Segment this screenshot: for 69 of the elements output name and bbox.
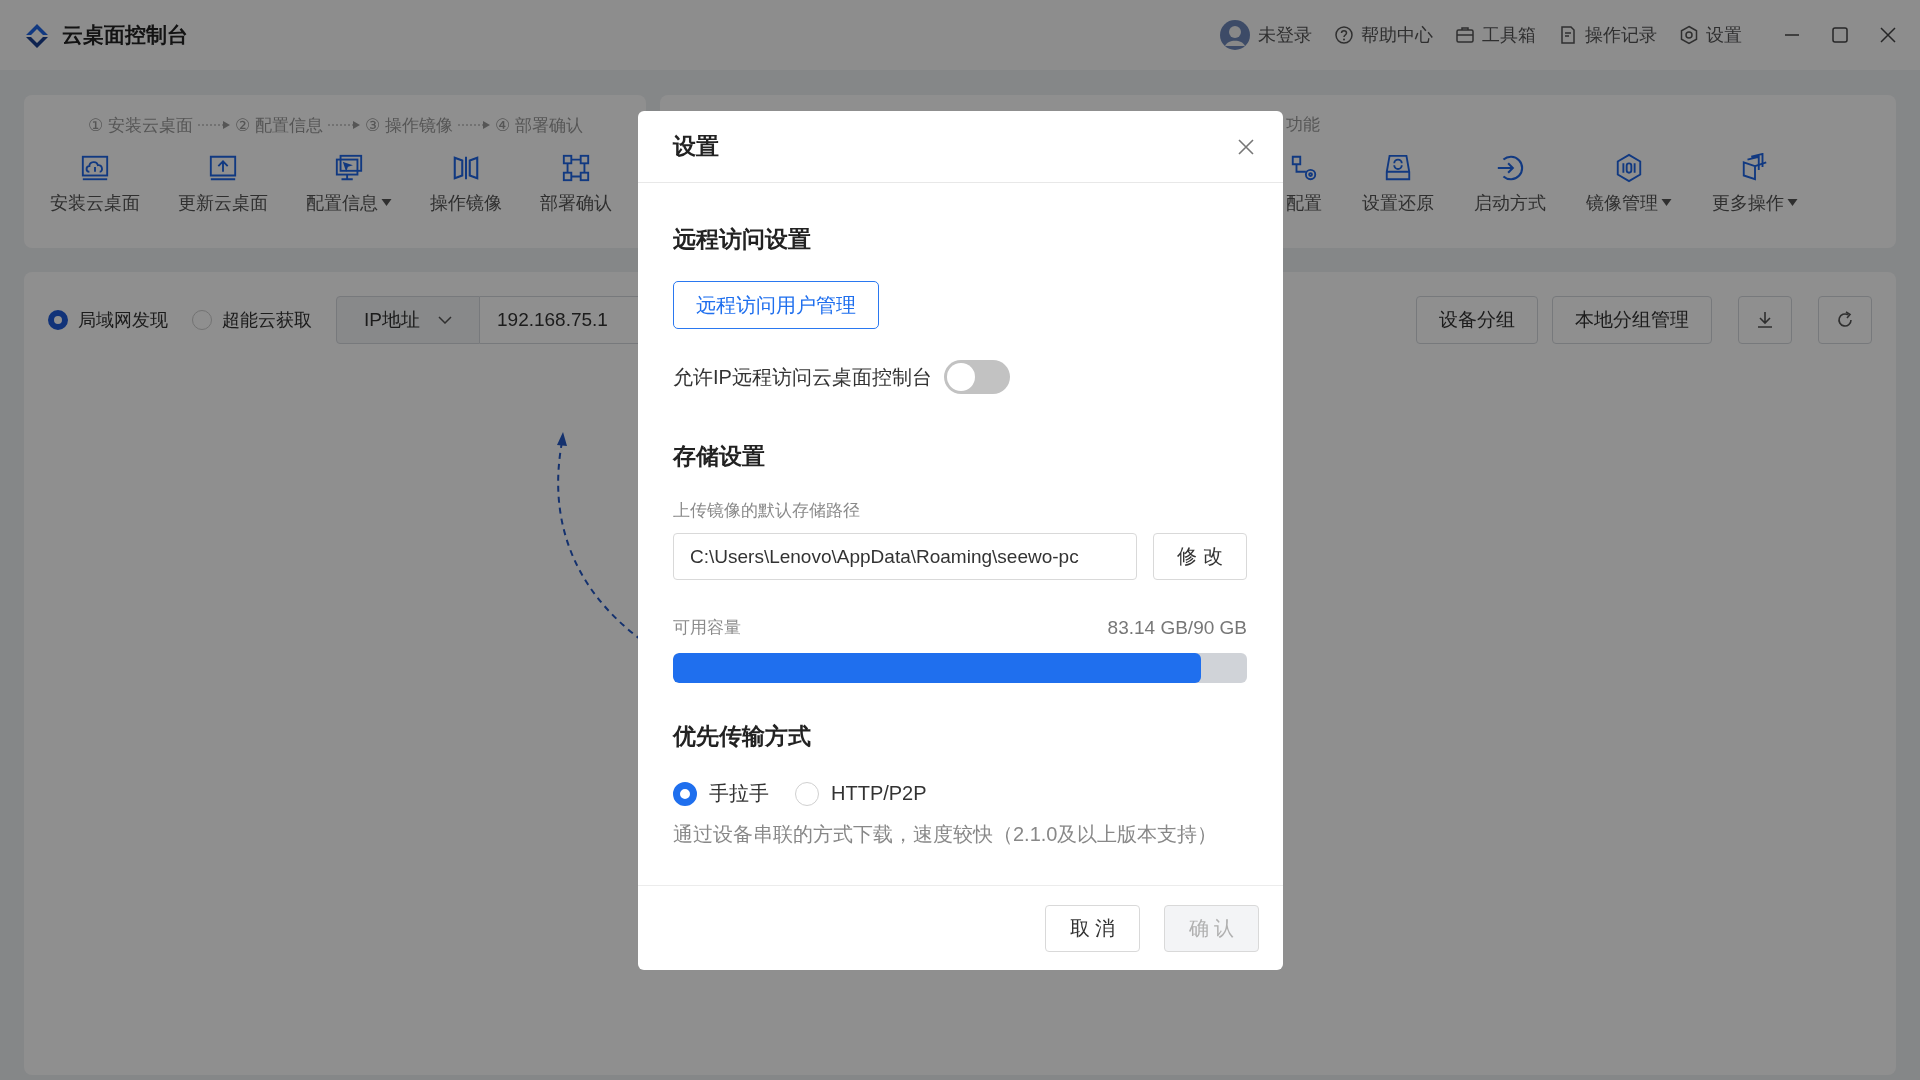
toolbar-button[interactable]: 更新云桌面 [178,153,268,215]
toggle-label: 允许IP远程访问云桌面控制台 [673,364,932,390]
maximize-icon [1830,25,1850,45]
field-label: 上传镜像的默认存储路径 [673,500,861,522]
capacity-label: 可用容量 [673,617,741,639]
upload-icon [208,153,238,183]
document-icon [1558,25,1578,45]
dashed-arrow-icon [196,120,231,130]
path-input-field[interactable]: C:\Users\Lenovo\AppData\Roaming\seewo-pc [673,533,1137,580]
refresh-icon [1835,310,1855,330]
ip-type-dropdown[interactable]: IP地址 [336,296,480,344]
cloud-icon [80,153,110,183]
nodes-icon [561,153,591,183]
toolbar-button[interactable]: 镜像管理 [1586,153,1672,215]
header-menu-item[interactable]: 操作记录 [1558,23,1657,47]
settings-icon [1679,25,1699,45]
download-button[interactable] [1738,296,1792,344]
header-menu-item[interactable]: 未登录 [1219,19,1312,51]
dashed-arrow-icon [456,120,491,130]
capacity-reading: 83.14 GB/90 GB [1107,617,1247,639]
radio-option[interactable]: HTTP/P2P [795,780,927,807]
section-heading: 远程访问设置 [673,225,812,254]
radio-button[interactable] [673,781,697,806]
dashed-arrow-icon [326,120,361,130]
screen-icon [334,153,364,183]
minimize-icon [1785,34,1799,36]
refresh-button[interactable] [1818,296,1872,344]
header-menu-item[interactable]: 帮助中心 [1334,23,1433,47]
toolbar-button[interactable]: 配置信息 [306,153,392,215]
user-management-button[interactable]: 远程访问用户管理 [673,281,879,329]
step-label: ② 配置信息 [234,114,323,137]
app-title: 云桌面控制台 [62,22,188,48]
toolbar-button[interactable]: 操作镜像 [430,153,502,215]
toolbar-button[interactable]: 配置 [1286,153,1322,215]
mirror-icon [451,153,481,183]
section-heading: 功能 [1286,114,1321,136]
toolbar-button[interactable]: 设置还原 [1362,153,1434,215]
chevron-down-icon [437,316,452,324]
step-label: ④ 部署确认 [494,114,583,137]
section-heading: 存储设置 [673,442,766,471]
hint-text: 通过设备串联的方式下载，速度较快（2.1.0及以上版本支持） [673,822,1219,847]
section-heading: 优先传输方式 [673,722,812,751]
header-menu-item[interactable]: 工具箱 [1455,23,1536,47]
toolbox-icon [1455,25,1475,45]
toolbar-button[interactable]: 启动方式 [1474,153,1546,215]
radio-option[interactable]: 超能云获取 [192,308,312,332]
toolbar-button[interactable]: 更多操作 [1712,153,1798,215]
header-menu-item[interactable]: 设置 [1679,23,1742,47]
action-button[interactable]: 本地分组管理 [1552,296,1712,344]
toolbar-button[interactable]: 安装云桌面 [50,153,140,215]
toggle-switch[interactable] [943,360,1010,394]
download-icon [1755,310,1775,330]
step-label: ① 安装云桌面 [88,114,193,137]
radio-option[interactable]: 手拉手 [673,780,769,807]
caret-icon [1661,199,1672,207]
close-icon [1878,25,1898,45]
caret-icon [1787,199,1798,207]
hexagon-icon [1614,153,1644,183]
step-label: ③ 操作镜像 [364,114,453,137]
dialog-button[interactable]: 取 消 [1045,904,1140,952]
radio-option[interactable]: 局域网发现 [48,308,168,332]
toolbar-button[interactable]: 部署确认 [540,153,612,215]
action-button[interactable]: 设备分组 [1416,296,1538,344]
help-icon [1334,25,1354,45]
radio-button[interactable] [48,310,68,330]
change-button[interactable]: 修 改 [1153,533,1247,580]
dialog-title: 设置 [673,132,719,161]
avatar-icon [1219,19,1251,51]
caret-icon [381,199,392,207]
